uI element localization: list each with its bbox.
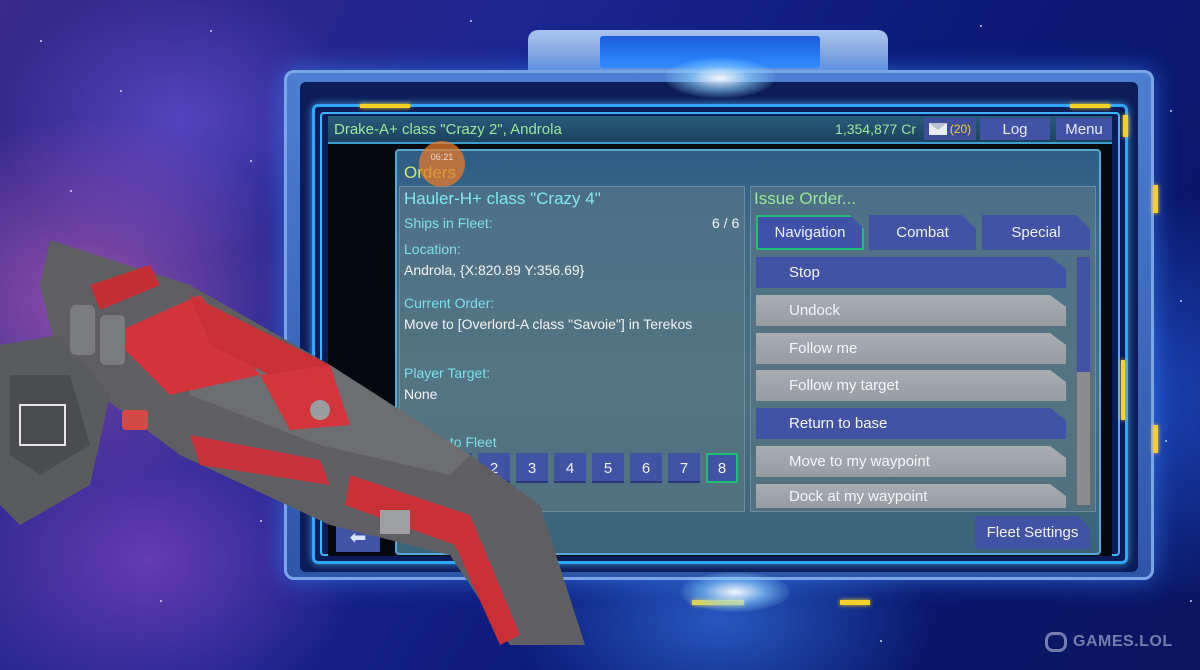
tab-combat[interactable]: Combat: [869, 215, 976, 250]
assign-fleet-button-7[interactable]: 7: [668, 453, 700, 483]
frame-accent-light: [1070, 104, 1110, 108]
log-button[interactable]: Log: [980, 118, 1050, 140]
menu-button[interactable]: Menu: [1056, 118, 1112, 140]
credits-display: 1,354,877 Cr: [835, 121, 916, 137]
order-list-scrollbar[interactable]: [1076, 256, 1091, 506]
order-return-to-base[interactable]: Return to base: [756, 408, 1066, 439]
ship-title: Drake-A+ class "Crazy 2", Androla: [334, 120, 562, 138]
order-dock-at-waypoint[interactable]: Dock at my waypoint: [756, 484, 1066, 508]
order-move-to-waypoint[interactable]: Move to my waypoint: [756, 446, 1066, 477]
order-follow-me[interactable]: Follow me: [756, 333, 1066, 364]
frame-side-light: [1153, 185, 1158, 213]
watermark-text: GAMES.LOL: [1073, 633, 1173, 650]
games-lol-watermark: GAMES.LOL: [1045, 632, 1173, 652]
mail-count: (20): [949, 122, 972, 136]
order-undock[interactable]: Undock: [756, 295, 1066, 326]
gamepad-logo-icon: [1045, 632, 1067, 652]
issue-order-title: Issue Order...: [754, 189, 857, 208]
assign-fleet-button-6[interactable]: 6: [630, 453, 662, 483]
envelope-icon: [928, 123, 947, 135]
timer-indicator: 06:21: [419, 141, 465, 187]
top-status-bar: Drake-A+ class "Crazy 2", Androla 1,354,…: [328, 116, 1112, 144]
frame-side-light: [1153, 425, 1158, 453]
assign-fleet-button-8[interactable]: 8: [706, 453, 738, 483]
assign-fleet-button-5[interactable]: 5: [592, 453, 624, 483]
frame-bottom-light: [840, 600, 870, 605]
order-follow-my-target[interactable]: Follow my target: [756, 370, 1066, 401]
tab-navigation[interactable]: Navigation: [756, 215, 864, 250]
frame-glow: [665, 58, 775, 98]
scrollbar-thumb[interactable]: [1077, 257, 1090, 372]
frame-accent-light: [360, 104, 410, 108]
spaceship-illustration: [0, 240, 585, 645]
mail-button[interactable]: (20): [924, 118, 976, 140]
frame-glow: [680, 572, 790, 612]
fleet-name: Hauler-H+ class "Crazy 4": [404, 189, 601, 208]
fleet-settings-button[interactable]: Fleet Settings: [975, 516, 1090, 549]
ships-in-fleet-value: 6 / 6: [712, 215, 740, 231]
frame-accent-light: [1121, 360, 1125, 420]
frame-accent-light: [1123, 115, 1128, 137]
tab-special[interactable]: Special: [982, 215, 1090, 250]
order-stop[interactable]: Stop: [756, 257, 1066, 288]
